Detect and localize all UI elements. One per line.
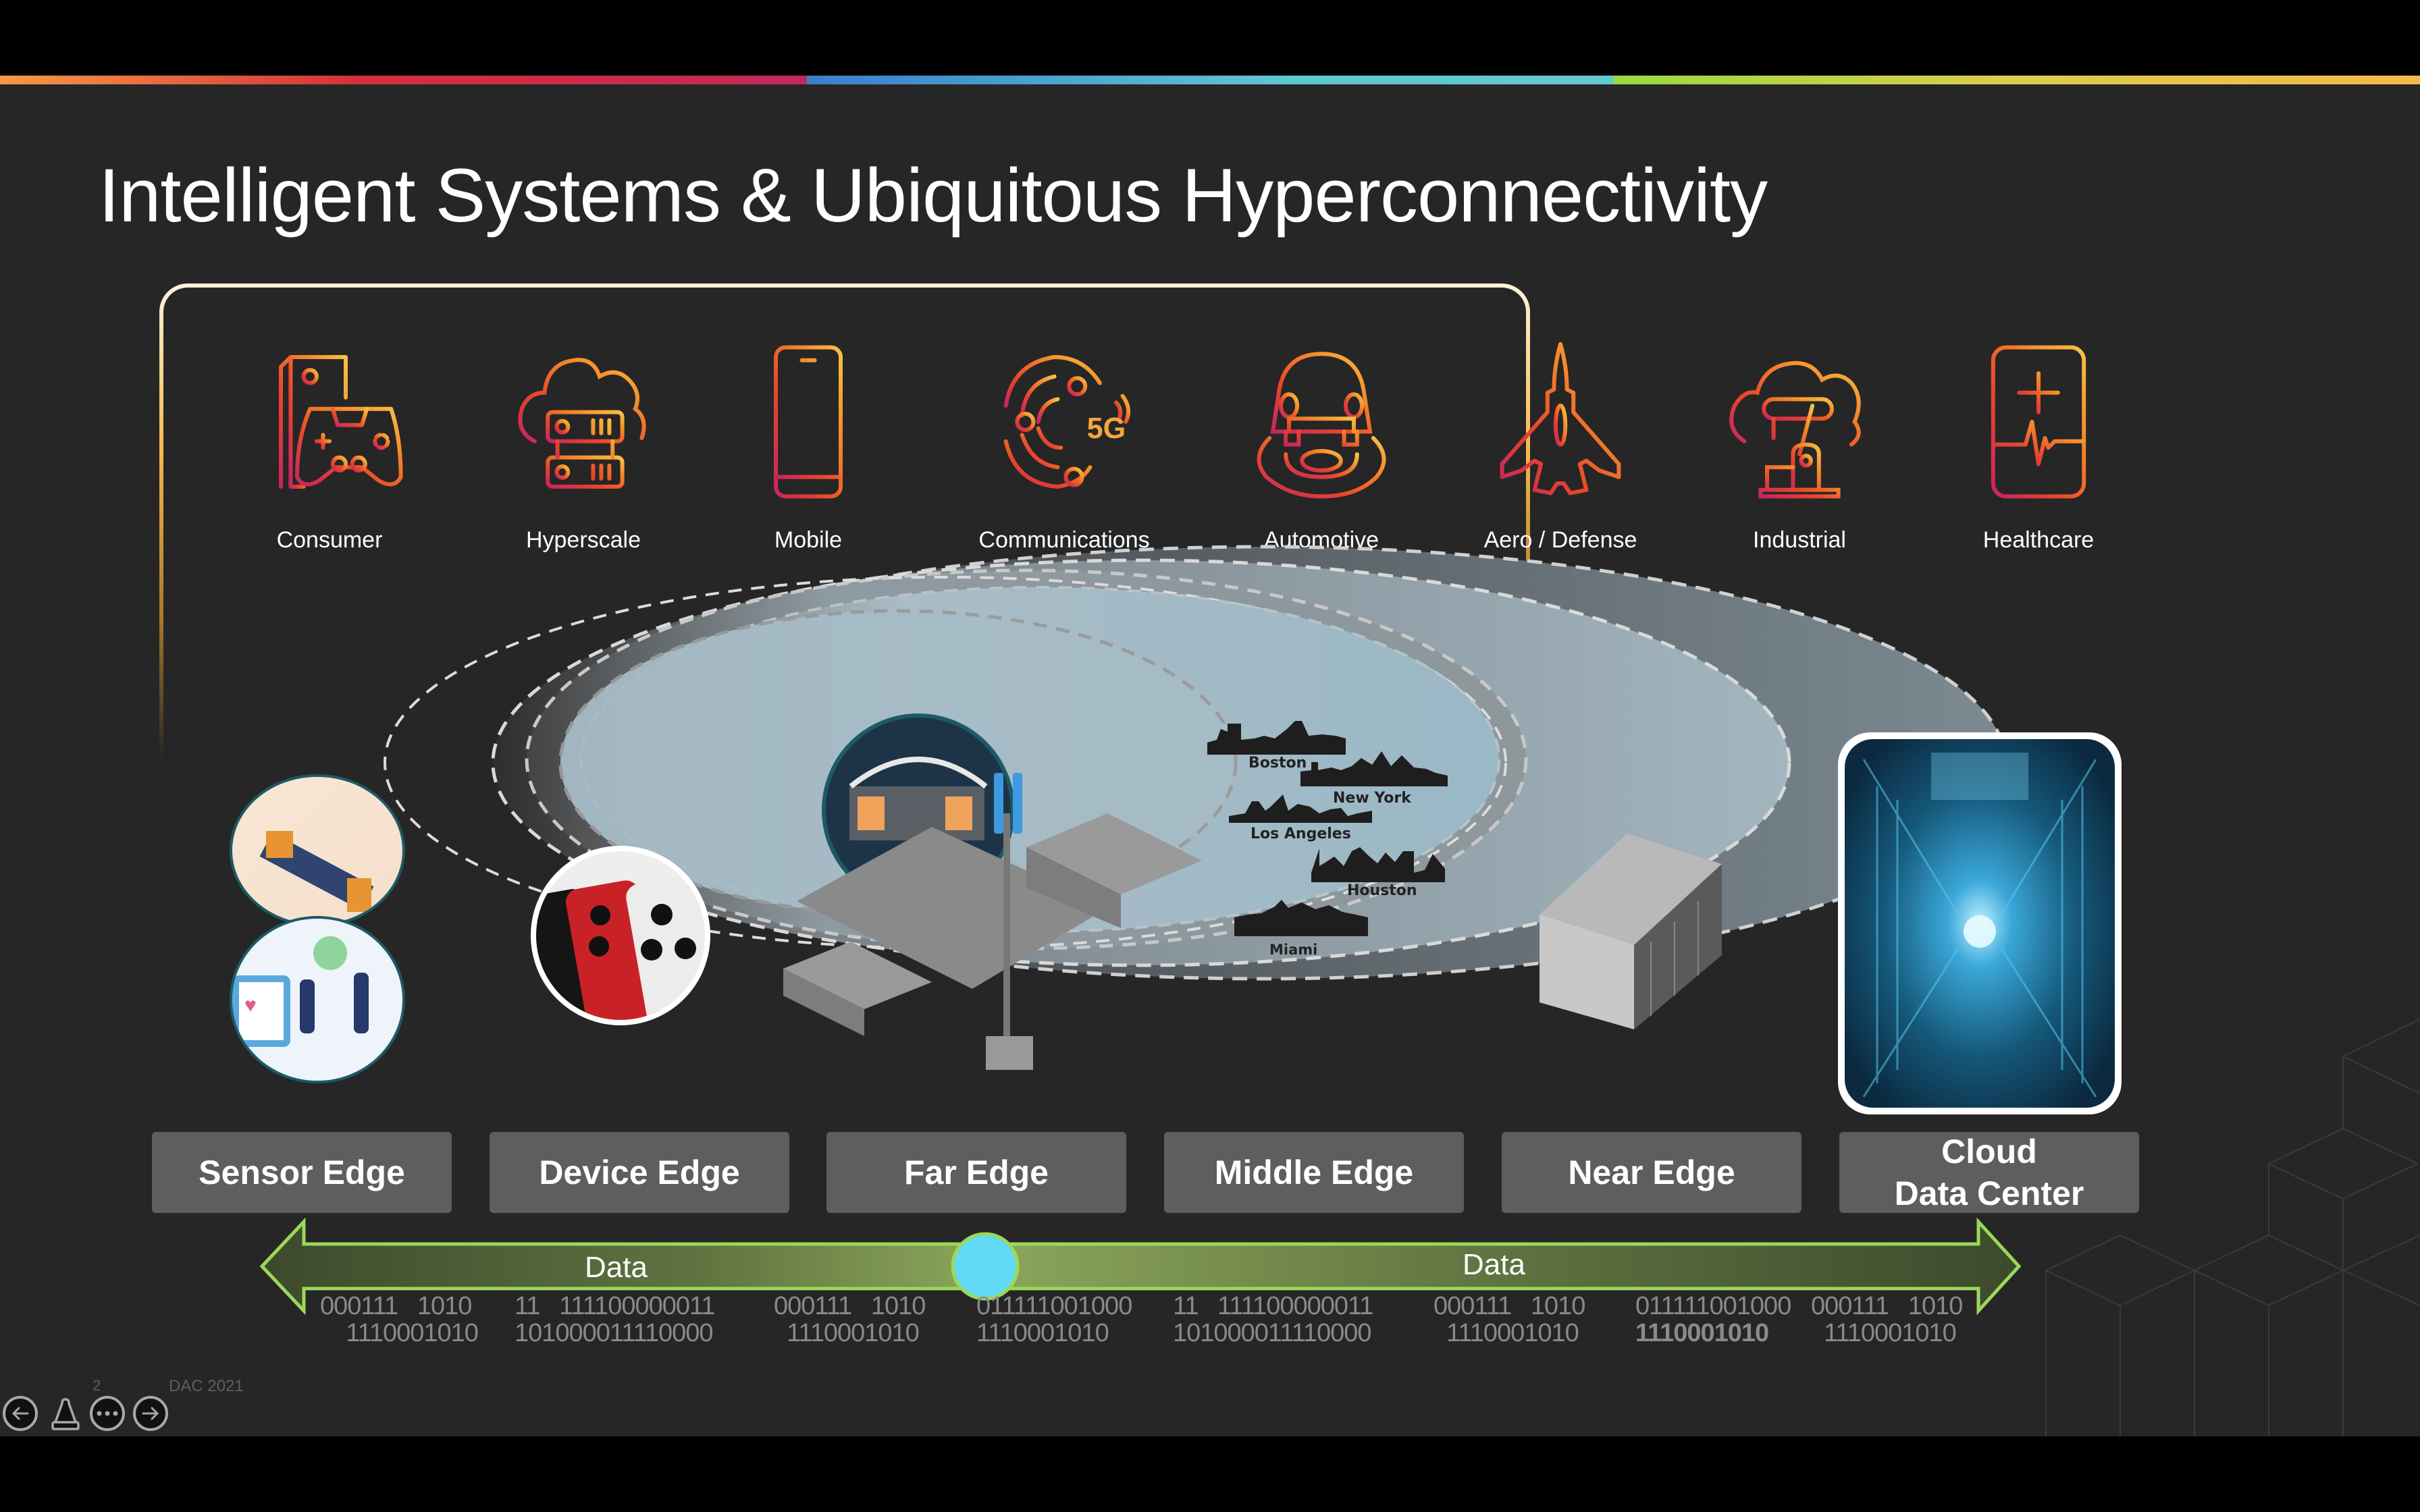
laser-pointer-icon bbox=[51, 1398, 80, 1430]
binary-stream: 000111 1010 1110001010 bbox=[1433, 1292, 1585, 1347]
data-center-image bbox=[1838, 732, 2122, 1114]
data-flow-left-label: Data bbox=[585, 1251, 648, 1284]
arrow-left-icon bbox=[11, 1407, 29, 1420]
pointer-tool-button[interactable] bbox=[50, 1397, 81, 1432]
city-label-boston: Boston bbox=[1248, 755, 1307, 772]
houston-skyline-icon bbox=[1311, 847, 1445, 882]
window-top-bar bbox=[0, 0, 2420, 76]
brand-color-stripe bbox=[0, 76, 2420, 84]
miami-skyline-icon bbox=[1234, 900, 1368, 936]
edge-sensor[interactable]: Sensor Edge bbox=[152, 1132, 452, 1213]
smartphones-image bbox=[531, 846, 710, 1025]
window-bottom-bar bbox=[0, 1436, 2420, 1512]
city-label-houston: Houston bbox=[1347, 882, 1417, 899]
edge-near[interactable]: Near Edge bbox=[1502, 1132, 1801, 1213]
factory-automation-image bbox=[230, 774, 405, 927]
binary-stream: 11 111100000011 101000011110000 bbox=[1173, 1292, 1373, 1347]
binary-stream: 000111 1010 1110001010 bbox=[320, 1292, 479, 1347]
binary-stream-line: 011111001000 1110001010 bbox=[1635, 1293, 1791, 1347]
city-label-miami: Miami bbox=[1269, 942, 1318, 958]
wearable-fitness-image: ♥ bbox=[230, 916, 405, 1083]
edge-far[interactable]: Far Edge bbox=[826, 1132, 1126, 1213]
binary-stream: 000111 1010 1110001010 bbox=[774, 1292, 926, 1347]
city-label-los-angeles: Los Angeles bbox=[1251, 826, 1351, 842]
binary-line: 011111001000 bbox=[1635, 1292, 1791, 1320]
previous-slide-button[interactable] bbox=[3, 1396, 38, 1431]
data-flow-right-label: Data bbox=[1463, 1248, 1525, 1281]
ellipsis-icon bbox=[97, 1411, 118, 1416]
binary-line-bold: 1110001010 bbox=[1635, 1319, 1769, 1347]
edge-device[interactable]: Device Edge bbox=[490, 1132, 789, 1213]
binary-stream: 11 111100000011 101000011110000 bbox=[515, 1292, 715, 1347]
new-york-skyline-icon bbox=[1300, 751, 1448, 786]
more-options-button[interactable] bbox=[90, 1396, 125, 1431]
binary-stream: 011111001000 1110001010 bbox=[976, 1292, 1132, 1347]
binary-stream: 011111001000 1110001010 bbox=[1635, 1293, 1791, 1347]
edge-cloud-data-center[interactable]: Cloud Data Center bbox=[1839, 1132, 2139, 1213]
footer-label: DAC 2021 bbox=[169, 1377, 244, 1395]
binary-stream: 000111 1010 1110001010 bbox=[1811, 1292, 1963, 1347]
edge-middle[interactable]: Middle Edge bbox=[1164, 1132, 1464, 1213]
slide: Intelligent Systems & Ubiquitous Hyperco… bbox=[0, 84, 2420, 1436]
edge-coverage-diagram bbox=[259, 545, 2122, 1316]
los-angeles-skyline-icon bbox=[1229, 794, 1372, 823]
next-slide-button[interactable] bbox=[133, 1396, 168, 1431]
far-edge-midpoint-marker bbox=[951, 1232, 1020, 1301]
page-number: 2 bbox=[93, 1377, 101, 1394]
arrow-right-icon bbox=[142, 1407, 159, 1420]
